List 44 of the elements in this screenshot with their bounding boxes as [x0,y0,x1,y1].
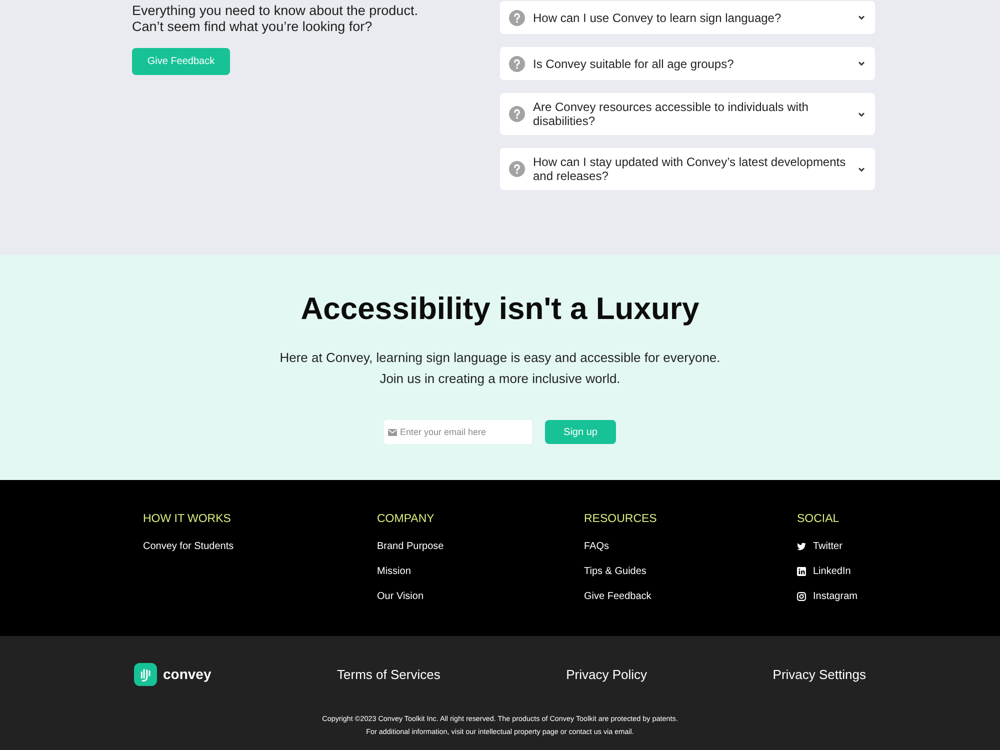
intro-text: Can’t seem find what you’re looking for? [132,19,372,35]
logo-link[interactable]: convey [134,662,212,686]
footer-heading: HOW IT WORKS [143,512,231,527]
faq-question: How can I stay updated with Convey’s latest developments and releases? [533,155,847,183]
footer-link[interactable]: FAQs [584,539,610,554]
question-icon [509,161,525,177]
footer-link[interactable]: Our Vision [377,589,424,604]
logo-icon [134,662,157,686]
chevron-down-icon[interactable] [858,61,865,66]
footer-link[interactable]: Mission [377,564,411,579]
footer-bar-link[interactable]: Privacy Settings [772,666,866,682]
social-link[interactable]: LinkedIn [797,564,851,579]
question-icon [509,106,525,122]
twitter-bird-icon [797,542,806,551]
intro-text: Everything you need to know about the product. [132,3,418,19]
faq-item[interactable]: Is Convey suitable for all age groups? [500,47,875,80]
footer-heading: SOCIAL [797,512,840,527]
instagram-icon [797,592,806,601]
faq-item[interactable]: Are Convey resources accessible to individuals with disabilities? [500,93,875,135]
footer-bar-link[interactable]: Terms of Services [337,666,440,682]
footer-link[interactable]: Tips & Guides [584,564,646,579]
faq-question: How can I use Convey to learn sign language? [533,10,782,24]
footer-heading: COMPANY [377,512,434,527]
question-icon [509,10,525,26]
faq-question: Is Convey suitable for all age groups? [533,56,735,70]
footer-link[interactable]: Give Feedback [584,589,652,604]
email-field[interactable]: Enter your email here [384,420,532,444]
footer-link[interactable]: Brand Purpose [377,539,444,554]
faq-question: Are Convey resources accessible to individuals with disabilities? [533,100,810,128]
chevron-down-icon[interactable] [858,112,865,116]
question-icon [509,56,525,72]
footer-link[interactable]: Convey for Students [143,539,234,554]
social-link[interactable]: Twitter [797,539,842,554]
faq-item[interactable]: How can I use Convey to learn sign language? [500,1,875,34]
section-text: Here at Convey, learning sign language is easy and accessible for everyone. [280,349,720,367]
chevron-down-icon[interactable] [858,166,865,172]
footer-bar-link[interactable]: Privacy Policy [566,666,648,682]
section-text: Join us in creating a more inclusive world. [380,370,620,388]
section-heading: Accessibility isn't a Luxury [300,290,700,327]
footer-heading: RESOURCES [584,512,657,527]
chevron-down-icon[interactable] [858,15,865,20]
social-link[interactable]: Instagram [797,589,858,604]
linkedin-icon [797,567,806,576]
faq-item[interactable]: How can I stay updated with Convey’s latest developments and releases? [500,148,875,190]
